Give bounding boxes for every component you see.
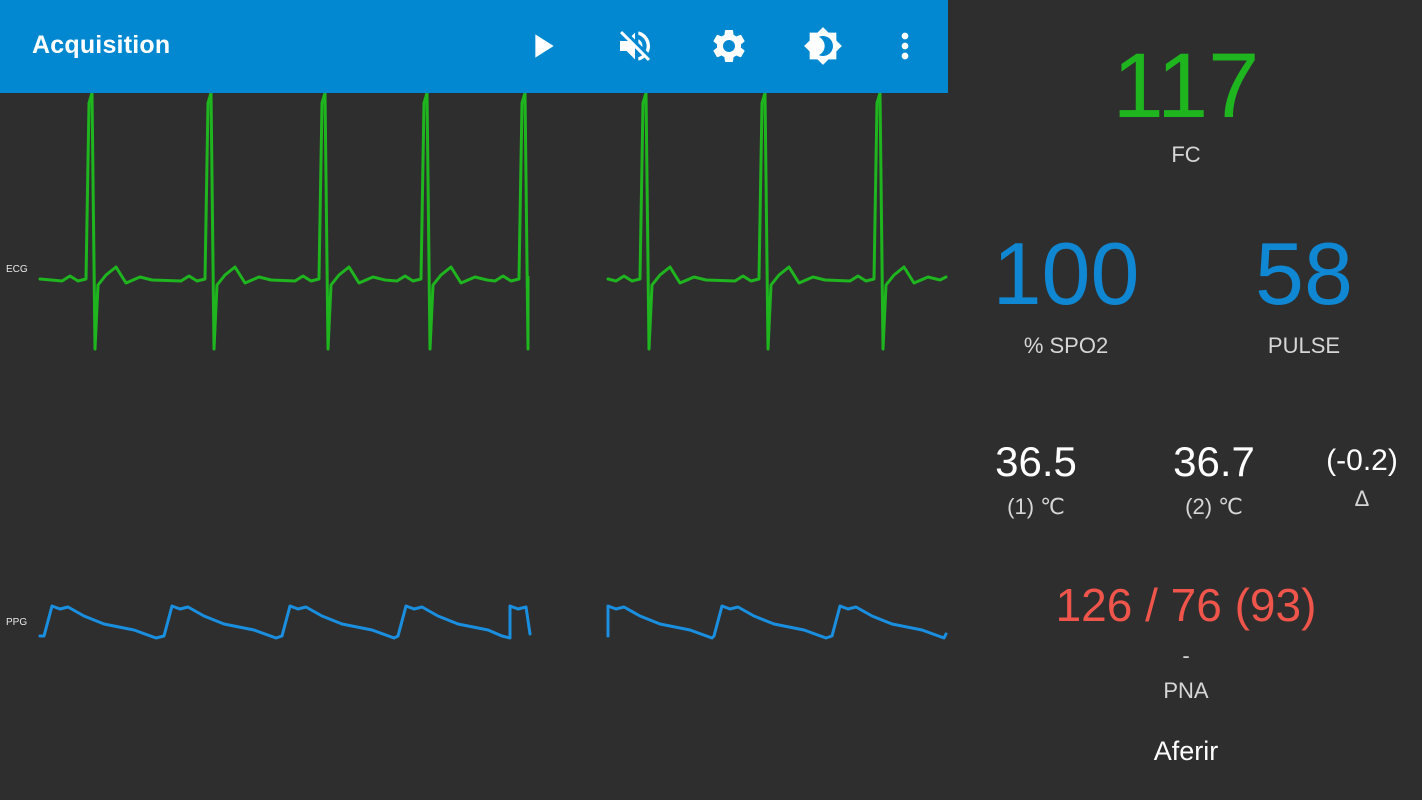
spo2-label: % SPO2 xyxy=(1023,333,1109,358)
volume-off-icon xyxy=(620,31,650,61)
waveform-area: ECG PPG xyxy=(0,93,948,800)
temperature-1-value: 36.5 xyxy=(995,438,1077,485)
more-vert-icon xyxy=(901,32,909,60)
measure-button[interactable]: Aferir xyxy=(1086,736,1286,767)
ecg-trace xyxy=(38,93,530,351)
ppg-trace xyxy=(38,604,532,640)
blood-pressure-label: PNA xyxy=(1163,678,1209,703)
heart-rate-label: FC xyxy=(1171,142,1201,167)
temperature-delta-label: Δ xyxy=(1354,486,1370,511)
blood-pressure-status: - xyxy=(1182,643,1190,668)
page-title: Acquisition xyxy=(32,31,171,59)
gear-icon xyxy=(713,29,745,62)
brightness-icon xyxy=(804,27,842,65)
play-icon xyxy=(535,34,554,58)
mute-button[interactable] xyxy=(611,22,659,70)
spo2-value: 100 xyxy=(992,224,1140,323)
temperature-2-label: (2) ℃ xyxy=(1185,494,1243,519)
app-bar: Acquisition xyxy=(0,0,948,93)
temperature-1-label: (1) ℃ xyxy=(1007,494,1065,519)
settings-button[interactable] xyxy=(705,22,753,70)
more-options-button[interactable] xyxy=(881,22,929,70)
play-button[interactable] xyxy=(518,22,566,70)
ecg-trace-segment xyxy=(606,93,948,351)
waveform-canvas xyxy=(38,93,948,640)
temperature-2-value: 36.7 xyxy=(1173,438,1255,485)
ppg-trace-segment xyxy=(606,604,948,640)
pulse-value: 58 xyxy=(1255,224,1353,323)
brightness-button[interactable] xyxy=(799,22,847,70)
blood-pressure-value: 126 / 76 (93) xyxy=(1055,579,1317,631)
temperature-delta-value: (-0.2) xyxy=(1326,444,1398,477)
heart-rate-value: 117 xyxy=(1112,35,1260,137)
pulse-label: PULSE xyxy=(1267,333,1341,358)
